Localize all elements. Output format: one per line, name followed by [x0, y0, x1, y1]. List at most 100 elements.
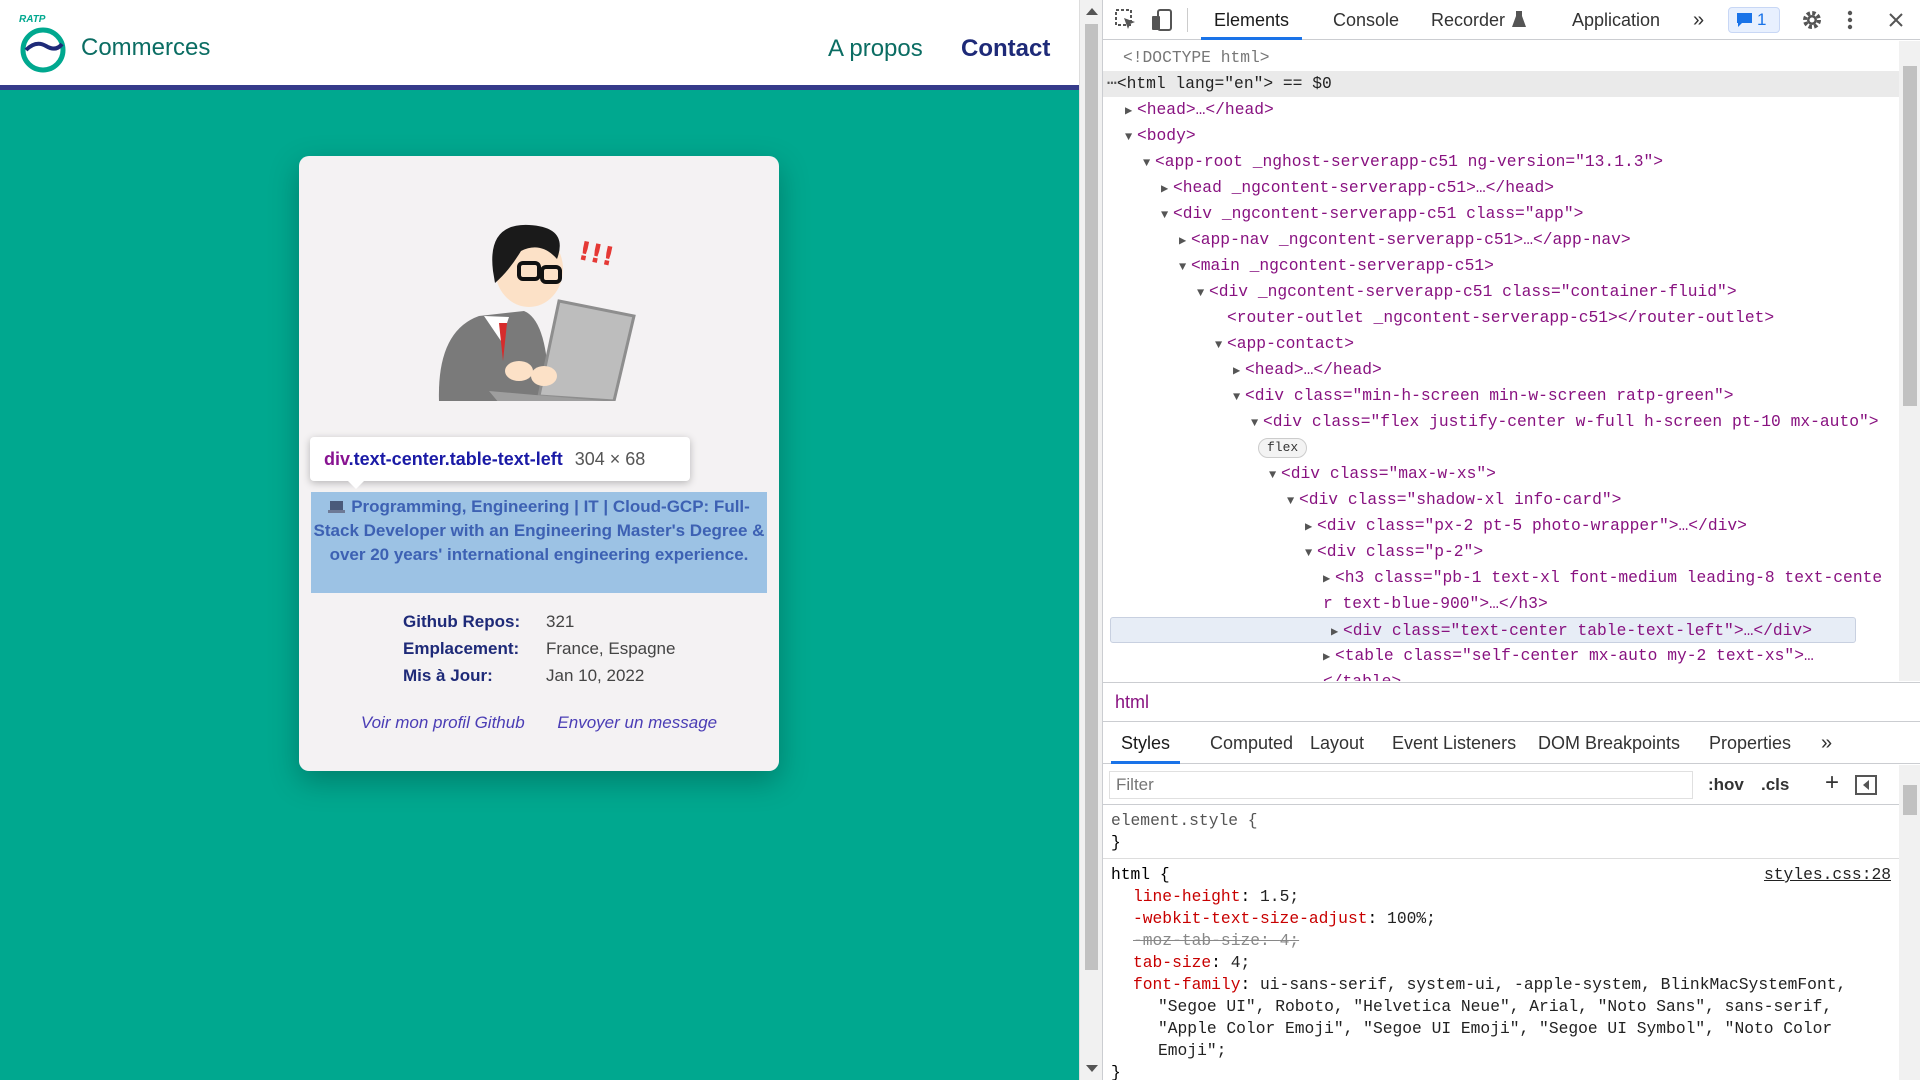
html-rule-selector[interactable]: html { [1111, 864, 1170, 886]
issues-badge[interactable]: 1 [1728, 7, 1780, 33]
github-profile-link[interactable]: Voir mon profil Github [361, 713, 525, 732]
developer-illustration: !!! [438, 224, 636, 401]
dom-line-text: <h3 class="pb-1 text-xl font-medium lead… [1335, 568, 1883, 587]
dom-line[interactable]: </table> [1103, 669, 1899, 681]
send-message-link[interactable]: Envoyer un message [557, 713, 717, 732]
issues-count: 1 [1757, 10, 1767, 29]
laptop-icon [328, 501, 346, 513]
dom-line[interactable]: ▶ <div class="px-2 pt-5 photo-wrapper">…<… [1103, 513, 1899, 539]
styles-filter-input[interactable] [1109, 771, 1693, 799]
dom-line-text: <app-root _nghost-serverapp-c51 ng-versi… [1155, 152, 1664, 171]
inspect-element-icon[interactable] [1115, 9, 1137, 31]
dom-line-inspected[interactable]: ▶ <div class="text-center table-text-left… [1110, 617, 1856, 643]
dom-line[interactable]: ▼ <main _ngcontent-serverapp-c51> [1103, 253, 1899, 279]
subtab-dom-breakpoints[interactable]: DOM Breakpoints [1538, 722, 1680, 764]
flex-badge[interactable]: flex [1258, 438, 1308, 458]
logo-text: RATP [19, 14, 46, 25]
subtab-event-listeners[interactable]: Event Listeners [1392, 722, 1516, 764]
subtab-styles[interactable]: Styles [1111, 722, 1181, 764]
dom-line-text: <div class="px-2 pt-5 photo-wrapper">…</… [1317, 516, 1747, 535]
dom-line-text: <div _ngcontent-serverapp-c51 class="con… [1209, 282, 1737, 301]
rule-divider [1103, 858, 1899, 859]
nav-link-contact[interactable]: Contact [961, 35, 1050, 63]
dom-line[interactable]: ▶ <table class="self-center mx-auto my-2 … [1103, 643, 1899, 669]
dom-line[interactable]: ▶ <head _ngcontent-serverapp-c51>…</head> [1103, 175, 1899, 201]
dom-line[interactable]: ▶ <h3 class="pb-1 text-xl font-medium lea… [1103, 565, 1899, 591]
dom-line-text: <table class="self-center mx-auto my-2 t… [1335, 646, 1814, 665]
dom-line[interactable]: ▼ <div _ngcontent-serverapp-c51 class="co… [1103, 279, 1899, 305]
settings-gear-icon[interactable] [1801, 9, 1823, 31]
css-declaration-overridden[interactable]: -moz-tab-size: 4; [1133, 930, 1299, 952]
page-scrollbar-thumb[interactable] [1085, 24, 1098, 970]
info-table: Github Repos: 321 Emplacement: France, E… [403, 608, 675, 689]
dom-line[interactable]: <!DOCTYPE html> [1103, 45, 1899, 71]
dom-line[interactable]: ▼ <div class="p-2"> [1103, 539, 1899, 565]
subtab-layout[interactable]: Layout [1310, 722, 1364, 764]
tab-elements[interactable]: Elements [1201, 0, 1303, 40]
dom-scrollbar-thumb[interactable] [1903, 66, 1917, 406]
styles-subtabs: Styles Computed Layout Event Listeners D… [1103, 722, 1920, 764]
dom-line[interactable]: ▼ <app-root _nghost-serverapp-c51 ng-vers… [1103, 149, 1899, 175]
dom-line[interactable]: ▶ <app-nav _ngcontent-serverapp-c51>…</ap… [1103, 227, 1899, 253]
css-declaration[interactable]: line-height: 1.5; [1133, 886, 1299, 908]
close-devtools-icon[interactable] [1888, 12, 1904, 28]
dom-line[interactable]: flex [1103, 435, 1899, 461]
dom-line-html-selected[interactable]: ⋯<html lang="en"> == $0 [1103, 71, 1899, 97]
element-style-rule[interactable]: element.style { [1111, 810, 1258, 832]
breadcrumb-html[interactable]: html [1115, 692, 1149, 712]
css-declaration[interactable]: -webkit-text-size-adjust: 100%; [1133, 908, 1436, 930]
device-toolbar-icon[interactable] [1151, 8, 1173, 32]
scroll-up-arrow-icon[interactable] [1086, 8, 1098, 15]
dom-line[interactable]: ▼ <div _ngcontent-serverapp-c51 class="ap… [1103, 201, 1899, 227]
toggle-sidebar-icon[interactable] [1855, 775, 1877, 795]
tab-recorder[interactable]: Recorder [1431, 0, 1505, 40]
dom-line[interactable]: ▼ <div class="max-w-xs"> [1103, 461, 1899, 487]
more-subtabs-icon[interactable]: » [1821, 722, 1832, 764]
dom-line-text: <app-contact> [1227, 334, 1355, 353]
css-value-continuation: "Segoe UI", Roboto, "Helvetica Neue", Ar… [1158, 997, 1833, 1016]
dom-line[interactable]: ▼ <body> [1103, 123, 1899, 149]
more-tabs-icon[interactable]: » [1693, 0, 1704, 40]
profile-description: Programming, Engineering | IT | Cloud-GC… [313, 495, 765, 567]
dom-line[interactable]: ▼ <div class="min-h-screen min-w-screen r… [1103, 383, 1899, 409]
card-links: Voir mon profil Github Envoyer un messag… [299, 713, 779, 733]
dom-line-text: <div class="p-2"> [1317, 542, 1484, 561]
dom-line-text: <div class="flex justify-center w-full h… [1263, 412, 1879, 431]
dom-line-text: <main _ngcontent-serverapp-c51> [1191, 256, 1494, 275]
styles-scrollbar[interactable] [1899, 765, 1920, 1080]
dom-line[interactable]: ▼ <div class="flex justify-center w-full … [1103, 409, 1899, 435]
nav-link-about[interactable]: A propos [828, 35, 923, 63]
scroll-down-arrow-icon[interactable] [1086, 1065, 1098, 1072]
brand-name[interactable]: Commerces [81, 34, 210, 62]
cls-toggle[interactable]: .cls [1761, 771, 1789, 799]
css-declaration[interactable]: font-family: ui-sans-serif, system-ui, -… [1133, 974, 1846, 996]
dom-line[interactable]: <router-outlet _ngcontent-serverapp-c51>… [1103, 305, 1899, 331]
description-text: Programming, Engineering | IT | Cloud-GC… [313, 497, 765, 564]
stylesheet-source-link[interactable]: styles.css:28 [1764, 864, 1891, 886]
breadcrumb[interactable]: html [1103, 682, 1920, 722]
hov-toggle[interactable]: :hov [1708, 771, 1744, 799]
message-icon [1737, 13, 1752, 27]
dom-tree[interactable]: <!DOCTYPE html> ⋯<html lang="en"> == $0 … [1103, 41, 1899, 681]
dom-line[interactable]: ▼ <app-contact> [1103, 331, 1899, 357]
dom-line[interactable]: ▼ <div class="shadow-xl info-card"> [1103, 487, 1899, 513]
dom-line[interactable]: r text-blue-900">…</h3> [1103, 591, 1899, 617]
tab-console[interactable]: Console [1333, 0, 1399, 40]
flask-icon [1512, 11, 1526, 27]
ratp-logo-icon[interactable]: RATP [16, 12, 70, 74]
subtab-properties[interactable]: Properties [1709, 722, 1791, 764]
tab-application[interactable]: Application [1572, 0, 1660, 40]
dom-scrollbar[interactable] [1899, 41, 1920, 681]
css-declaration[interactable]: tab-size: 4; [1133, 952, 1250, 974]
dom-line-text: <head>…</head> [1245, 360, 1382, 379]
dom-line-text: <body> [1137, 126, 1196, 145]
top-navbar: RATP Commerces A propos Contact [0, 0, 1079, 90]
kebab-menu-icon[interactable] [1847, 10, 1853, 30]
add-style-rule-icon[interactable]: + [1825, 769, 1839, 797]
dom-line[interactable]: ▶ <head>…</head> [1103, 357, 1899, 383]
page-scrollbar[interactable] [1079, 0, 1102, 1080]
dom-line[interactable]: ▶ <head>…</head> [1103, 97, 1899, 123]
info-card: !!! div.text-center.table-text-left 304 ×… [299, 156, 779, 771]
subtab-computed[interactable]: Computed [1210, 722, 1293, 764]
styles-scrollbar-thumb[interactable] [1903, 785, 1917, 815]
